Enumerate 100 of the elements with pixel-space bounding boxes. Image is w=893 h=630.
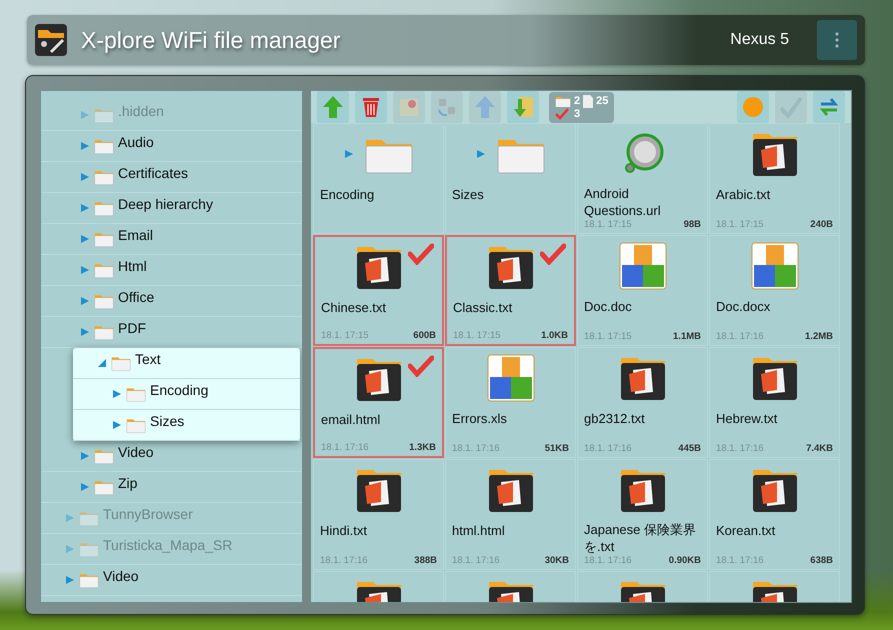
file-name: Arabic.txt	[716, 186, 772, 204]
file-date: 18.1. 17:16	[452, 555, 500, 566]
check-icon	[408, 243, 434, 265]
tree-item[interactable]: Video	[41, 441, 302, 472]
menu-icon	[835, 32, 839, 48]
tree-item[interactable]: Office	[41, 286, 302, 317]
folder-icon	[94, 479, 114, 495]
file-tile[interactable]: Arabic.txt 18.1. 17:15 240B	[709, 123, 840, 234]
file-size: 0.90KB	[668, 555, 701, 566]
file-tile[interactable]: Classic.txt 18.1. 17:15 1.0KB	[445, 235, 576, 346]
file-size: 638B	[810, 555, 833, 566]
file-tile[interactable]: email.html 18.1. 17:16 1.3KB	[313, 347, 444, 458]
collapsed-arrow-icon[interactable]	[80, 451, 90, 461]
check-icon	[555, 108, 569, 120]
collapsed-arrow-icon[interactable]	[65, 575, 75, 585]
collapsed-arrow-icon[interactable]	[80, 141, 90, 151]
folder-icon	[94, 262, 114, 278]
file-tile[interactable]: Korean.txt 18.1. 17:16 638B	[709, 459, 840, 570]
file-tile[interactable]: Encoding	[313, 123, 444, 234]
file-tile[interactable]: Doc.doc 18.1. 17:15 1.1MB	[577, 235, 708, 346]
file-date: 18.1. 17:15	[716, 219, 764, 230]
file-tile[interactable]: Errors.xls 18.1. 17:16 51KB	[445, 347, 576, 458]
collapsed-arrow-icon[interactable]	[65, 513, 75, 523]
tree-item[interactable]: Text	[73, 348, 300, 379]
file-name: Doc.docx	[716, 298, 772, 316]
file-name: Chinese.txt	[321, 299, 388, 317]
file-tile[interactable]: html.html 18.1. 17:16 30KB	[445, 459, 576, 570]
file-name: Hebrew.txt	[716, 410, 778, 428]
expanded-arrow-icon[interactable]	[97, 358, 107, 368]
file-date: 18.1. 17:16	[716, 555, 764, 566]
folder-icon	[111, 355, 131, 371]
collapsed-arrow-icon[interactable]	[80, 234, 90, 244]
tree-item[interactable]: Html	[41, 255, 302, 286]
file-tile[interactable]: Sizes	[445, 123, 576, 234]
toolbar-button[interactable]	[813, 91, 845, 123]
folder-icon	[94, 169, 114, 185]
download-folder-icon	[511, 95, 535, 119]
circle-icon	[742, 96, 764, 118]
file-tile[interactable]: Japanese 保険業界を.txt 18.1. 17:16 0.90KB	[577, 459, 708, 570]
collapsed-arrow-icon[interactable]	[112, 420, 122, 430]
up-arrow-icon	[322, 95, 344, 119]
collapsed-arrow-icon[interactable]	[80, 482, 90, 492]
folder-icon	[94, 324, 114, 340]
file-icon	[583, 94, 594, 108]
folder-icon	[94, 231, 114, 247]
file-date: 18.1. 17:16	[716, 331, 764, 342]
collapsed-arrow-icon[interactable]	[80, 327, 90, 337]
tree-item[interactable]: Audio	[41, 131, 302, 162]
file-date: 18.1. 17:16	[452, 443, 500, 454]
file-date: 18.1. 17:15	[453, 330, 501, 341]
file-size: 240B	[810, 219, 833, 230]
tree-item[interactable]: Zip	[41, 472, 302, 503]
file-name: html.html	[452, 522, 506, 540]
file-count: 25	[596, 95, 608, 107]
file-name: gb2312.txt	[584, 410, 646, 428]
menu-button[interactable]	[817, 20, 857, 60]
file-tile[interactable]: Doc.docx 18.1. 17:16 1.2MB	[709, 235, 840, 346]
tree-item[interactable]: Video	[41, 565, 302, 596]
collapsed-arrow-icon[interactable]	[344, 149, 354, 159]
file-tile[interactable]: Hebrew.txt 18.1. 17:16 7.4KB	[709, 347, 840, 458]
file-size: 1.0KB	[541, 330, 568, 341]
file-tile[interactable]: Hindi.txt 18.1. 17:16 388B	[313, 459, 444, 570]
file-tile[interactable]: gb2312.txt 18.1. 17:16 445B	[577, 347, 708, 458]
file-date: 18.1. 17:16	[320, 555, 368, 566]
office-suite-icon	[486, 354, 534, 402]
tree-item[interactable]: Email	[41, 224, 302, 255]
collapsed-arrow-icon[interactable]	[65, 544, 75, 554]
rename-icon	[436, 96, 458, 118]
collapsed-arrow-icon[interactable]	[476, 149, 486, 159]
collapsed-arrow-icon[interactable]	[80, 203, 90, 213]
file-name: email.html	[321, 411, 382, 429]
collapsed-arrow-icon[interactable]	[80, 296, 90, 306]
file-name: Classic.txt	[453, 299, 514, 317]
file-date: 18.1. 17:16	[584, 555, 632, 566]
file-tile[interactable]: Chinese.txt 18.1. 17:15 600B	[313, 235, 444, 346]
collapsed-arrow-icon[interactable]	[80, 265, 90, 275]
file-size: 51KB	[544, 443, 569, 454]
file-size: 1.3KB	[409, 442, 436, 453]
folder-icon	[79, 572, 99, 588]
collapsed-arrow-icon[interactable]	[80, 172, 90, 182]
folder-icon	[94, 448, 114, 464]
office-suite-icon	[618, 242, 666, 290]
folder-icon	[79, 541, 99, 557]
file-date: 18.1. 17:15	[584, 219, 632, 230]
toolbar-button[interactable]	[355, 91, 387, 123]
file-date: 18.1. 17:16	[321, 442, 369, 453]
collapsed-arrow-icon[interactable]	[80, 110, 90, 120]
tree-item[interactable]: Sizes	[73, 410, 300, 441]
file-name: Japanese 保険業界を.txt	[584, 521, 697, 555]
app-title: X-plore WiFi file manager	[81, 26, 342, 54]
tree-item[interactable]: Deep hierarchy	[41, 193, 302, 224]
tree-item[interactable]: Encoding	[73, 379, 300, 410]
folder-icon	[94, 293, 114, 309]
file-tile[interactable]: Android Questions.url 18.1. 17:15 98B	[577, 123, 708, 234]
tree-item[interactable]: Certificates	[41, 162, 302, 193]
office-suite-icon	[750, 242, 798, 290]
folder-icon	[126, 417, 146, 433]
collapsed-arrow-icon[interactable]	[112, 389, 122, 399]
folder-icon	[94, 107, 114, 123]
file-name: Korean.txt	[716, 522, 776, 540]
